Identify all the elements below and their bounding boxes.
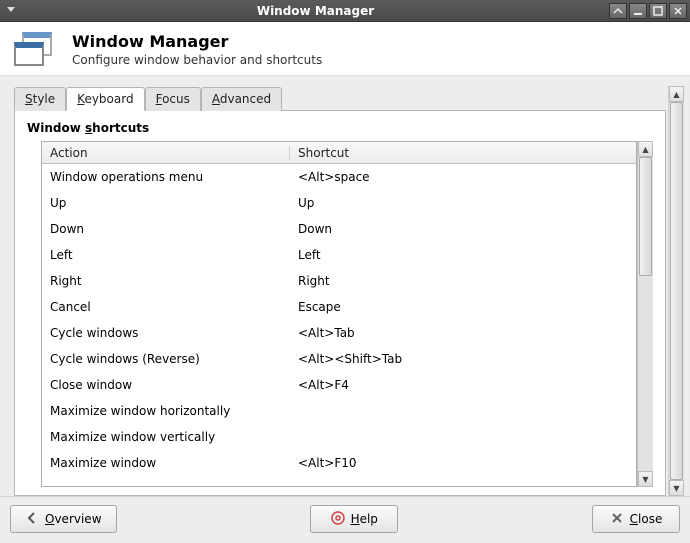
- cell-shortcut: <Alt>F4: [290, 378, 636, 392]
- table-row[interactable]: CancelEscape: [42, 294, 636, 320]
- table-body: Window operations menu<Alt>spaceUpUpDown…: [42, 164, 636, 486]
- table-header: Action Shortcut: [42, 142, 636, 164]
- cell-action: Maximize window horizontally: [42, 404, 290, 418]
- cell-shortcut: <Alt><Shift>Tab: [290, 352, 636, 366]
- close-icon: [610, 511, 624, 528]
- scroll-up-icon[interactable]: ▲: [669, 86, 684, 102]
- cell-action: Down: [42, 222, 290, 236]
- cell-action: Window operations menu: [42, 170, 290, 184]
- column-action[interactable]: Action: [42, 146, 290, 160]
- window-menu-icon[interactable]: [5, 3, 17, 18]
- cell-action: Close window: [42, 378, 290, 392]
- cell-action: Cycle windows (Reverse): [42, 352, 290, 366]
- header: Window Manager Configure window behavior…: [0, 22, 690, 76]
- scroll-down-icon[interactable]: ▼: [669, 480, 684, 496]
- close-button[interactable]: Close: [592, 505, 680, 533]
- window: Window Manager Window Manager: [0, 0, 690, 543]
- cell-shortcut: Escape: [290, 300, 636, 314]
- scroll-up-icon[interactable]: ▲: [638, 141, 653, 157]
- table-scrollbar[interactable]: ▲ ▼: [637, 141, 653, 487]
- table-row[interactable]: Window operations menu<Alt>space: [42, 164, 636, 190]
- cell-action: Cycle windows: [42, 326, 290, 340]
- cell-action: Maximize window vertically: [42, 430, 290, 444]
- cell-shortcut: <Alt>Tab: [290, 326, 636, 340]
- cell-shortcut: Up: [290, 196, 636, 210]
- table-row[interactable]: Maximize window horizontally: [42, 398, 636, 424]
- close-window-button[interactable]: [669, 3, 687, 19]
- table-row[interactable]: Cycle windows<Alt>Tab: [42, 320, 636, 346]
- table-row[interactable]: Close window<Alt>F4: [42, 372, 636, 398]
- cell-action: Cancel: [42, 300, 290, 314]
- section-title: Window shortcuts: [27, 121, 653, 135]
- page-scrollbar[interactable]: ▲ ▼: [668, 86, 684, 496]
- cell-action: Maximize window: [42, 456, 290, 470]
- minimize-button[interactable]: [629, 3, 647, 19]
- cell-shortcut: Down: [290, 222, 636, 236]
- table-row[interactable]: DownDown: [42, 216, 636, 242]
- shade-button[interactable]: [609, 3, 627, 19]
- cell-action: Left: [42, 248, 290, 262]
- maximize-button[interactable]: [649, 3, 667, 19]
- page-title: Window Manager: [72, 32, 322, 51]
- tab-keyboard[interactable]: Keyboard: [66, 87, 144, 111]
- overview-button[interactable]: Overview: [10, 505, 117, 533]
- table-row[interactable]: Maximize window<Alt>F10: [42, 450, 636, 476]
- table-row[interactable]: Maximize window vertically: [42, 424, 636, 450]
- cell-action: Right: [42, 274, 290, 288]
- titlebar[interactable]: Window Manager: [0, 0, 690, 22]
- tab-focus[interactable]: Focus: [145, 87, 201, 111]
- content: Window Manager Configure window behavior…: [0, 22, 690, 543]
- table-row[interactable]: RightRight: [42, 268, 636, 294]
- cell-shortcut: <Alt>space: [290, 170, 636, 184]
- tab-keyboard-panel: Window shortcuts Action Shortcut Window …: [14, 110, 666, 496]
- cell-shortcut: Right: [290, 274, 636, 288]
- table-row[interactable]: UpUp: [42, 190, 636, 216]
- back-icon: [25, 511, 39, 528]
- help-icon: [331, 511, 345, 528]
- cell-action: Up: [42, 196, 290, 210]
- window-manager-icon: [14, 32, 58, 66]
- cell-shortcut: Left: [290, 248, 636, 262]
- table-row[interactable]: LeftLeft: [42, 242, 636, 268]
- page-subtitle: Configure window behavior and shortcuts: [72, 53, 322, 67]
- help-button[interactable]: Help: [310, 505, 398, 533]
- scroll-down-icon[interactable]: ▼: [638, 471, 653, 487]
- tab-advanced[interactable]: Advanced: [201, 87, 282, 111]
- shortcuts-table: Action Shortcut Window operations menu<A…: [41, 141, 637, 487]
- table-row[interactable]: Cycle windows (Reverse)<Alt><Shift>Tab: [42, 346, 636, 372]
- window-title: Window Manager: [22, 4, 609, 18]
- cell-shortcut: <Alt>F10: [290, 456, 636, 470]
- tabs: StyleKeyboardFocusAdvanced: [14, 87, 666, 111]
- footer: Overview Help Close: [0, 496, 690, 543]
- tab-style[interactable]: Style: [14, 87, 66, 111]
- column-shortcut[interactable]: Shortcut: [290, 146, 636, 160]
